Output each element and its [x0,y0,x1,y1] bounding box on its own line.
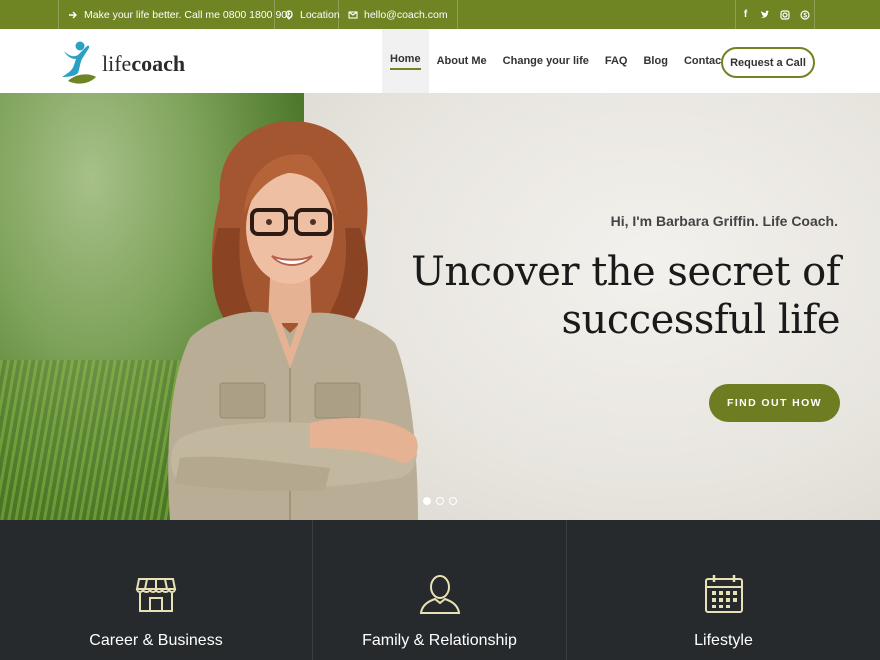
person-icon [419,575,460,614]
nav-home-label: Home [390,53,421,70]
nav-change-your-life[interactable]: Change your life [495,29,597,93]
feature-title: Career & Business [89,632,223,649]
logo-light-text: life [102,51,132,76]
feature-title: Lifestyle [694,632,753,649]
site-header: lifecoach Home About Me Change your life… [0,29,880,93]
nav-about-me[interactable]: About Me [429,29,495,93]
slider-dots [423,497,457,505]
features-strip: Career & Business Family & Relationship … [0,520,880,660]
feature-title: Family & Relationship [362,632,517,649]
logo-figure-icon [62,41,96,84]
envelope-icon [348,10,358,19]
slider-dot[interactable] [423,497,431,505]
request-call-button[interactable]: Request a Call [721,47,815,78]
nav-faq-label: FAQ [604,55,628,67]
find-out-how-button[interactable]: FIND OUT HOW [709,384,840,422]
top-bar: Make your life better. Call me 0800 1800… [0,0,880,29]
location-text: Location [300,8,340,21]
nav-about-label: About Me [436,55,487,67]
nav-blog-label: Blog [643,55,668,67]
hero-slider: Hi, I'm Barbara Griffin. Life Coach. Unc… [0,93,880,520]
nav-home[interactable]: Home [382,29,429,93]
site-logo[interactable]: lifecoach [56,37,196,87]
feature-family-relationship[interactable]: Family & Relationship [313,520,567,660]
nav-change-label: Change your life [502,55,589,67]
logo-wordmark: lifecoach [102,51,185,77]
twitter-icon[interactable] [755,0,775,29]
hero-headline-line1: Uncover the secret of [411,249,840,295]
hero-headline-line2: successful life [561,297,841,343]
main-nav: Home About Me Change your life FAQ Blog … [382,29,733,93]
nav-faq[interactable]: FAQ [597,29,636,93]
hero-headline: Uncover the secret of successful life [380,248,840,344]
storefront-icon [135,578,177,612]
phone-info[interactable]: Make your life better. Call me 0800 1800… [58,0,302,29]
social-links: f [735,0,815,29]
nav-blog[interactable]: Blog [635,29,675,93]
skype-icon[interactable] [795,0,815,29]
facebook-icon[interactable]: f [735,0,755,29]
email-link[interactable]: hello@coach.com [338,0,458,29]
arrow-right-icon [69,11,77,18]
email-text: hello@coach.com [364,8,448,21]
hero-subtitle: Hi, I'm Barbara Griffin. Life Coach. [610,213,838,229]
map-pin-icon [285,9,293,20]
calendar-icon [704,575,743,613]
nav-contact-label: Contact [683,55,725,67]
slider-dot[interactable] [449,497,457,505]
logo-bold-text: coach [131,51,186,76]
phone-text: Make your life better. Call me 0800 1800… [84,8,293,21]
feature-career-business[interactable]: Career & Business [0,520,313,660]
instagram-icon[interactable] [775,0,795,29]
feature-lifestyle[interactable]: Lifestyle [567,520,880,660]
slider-dot[interactable] [436,497,444,505]
